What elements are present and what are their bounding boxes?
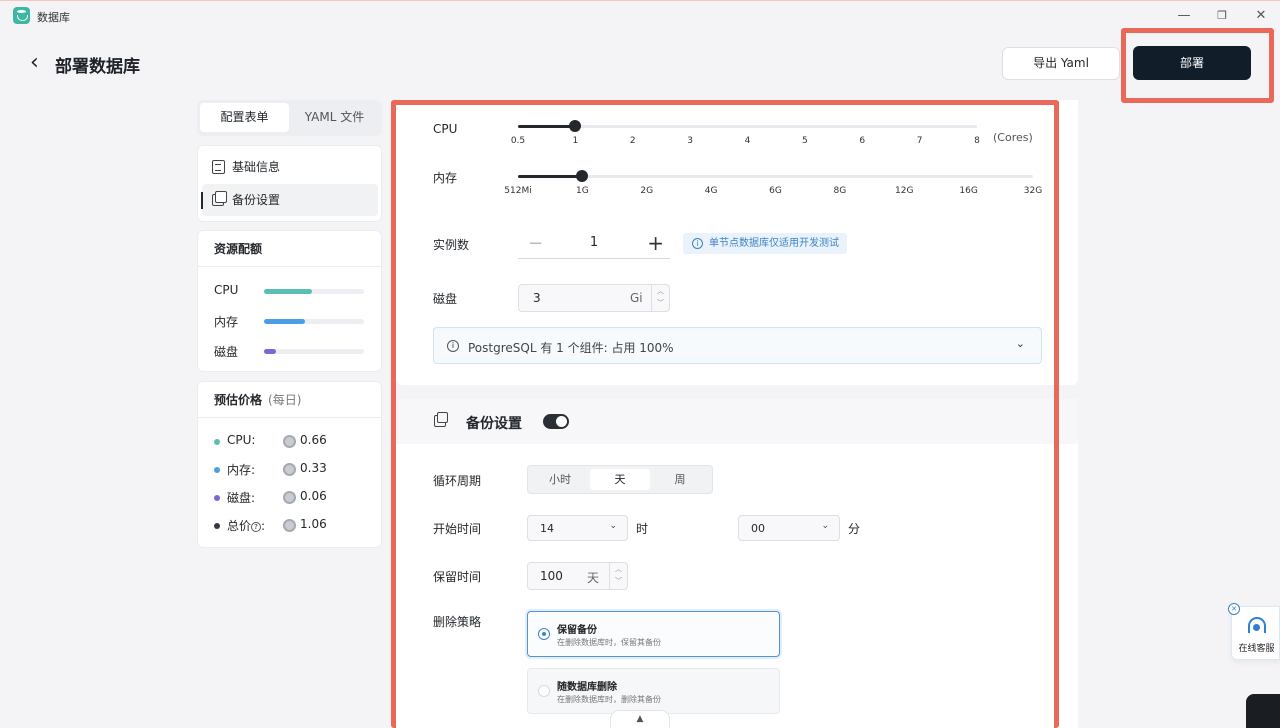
database-app-icon bbox=[13, 7, 30, 24]
price-row: 内存: 0.33 bbox=[214, 461, 364, 479]
price-label-text: 内存: bbox=[227, 463, 256, 477]
quota-row: 内存 bbox=[214, 313, 364, 331]
price-label: 内存: bbox=[227, 461, 255, 478]
back-arrow-icon[interactable]: ‹ bbox=[30, 52, 48, 75]
legend-dot bbox=[214, 467, 220, 473]
deploy-highlight-box bbox=[1121, 28, 1274, 103]
price-header: 预估价格 (每日) bbox=[198, 382, 381, 418]
quota-title: 资源配额 bbox=[198, 231, 381, 267]
help-icon[interactable]: ? bbox=[251, 522, 262, 532]
quota-label: 磁盘 bbox=[214, 345, 239, 359]
price-title: 预估价格 bbox=[214, 393, 263, 407]
price-label-suffix: : bbox=[261, 519, 266, 533]
section-nav: 基础信息 备份设置 bbox=[197, 145, 382, 222]
restore-icon[interactable]: ❐ bbox=[1214, 8, 1230, 24]
coin-icon bbox=[283, 435, 296, 448]
legend-dot bbox=[214, 495, 220, 501]
quota-bar-fill bbox=[264, 319, 305, 324]
copy-icon bbox=[212, 191, 227, 206]
export-yaml-button[interactable]: 导出 Yaml bbox=[1002, 47, 1120, 80]
price-value: 0.66 bbox=[300, 433, 327, 447]
estimated-price-card: 预估价格 (每日) CPU: 0.66 内存: 0.33 磁盘: 0.06 总价?: 1.06 bbox=[197, 381, 382, 548]
minimize-icon[interactable]: — bbox=[1176, 8, 1192, 24]
legend-dot bbox=[214, 523, 220, 529]
support-label: 在线客服 bbox=[1238, 644, 1275, 654]
tab-yaml-file[interactable]: YAML 文件 bbox=[290, 103, 379, 132]
price-period: (每日) bbox=[268, 393, 302, 407]
headset-icon bbox=[1248, 617, 1266, 633]
quota-bar bbox=[264, 289, 364, 294]
quota-bar bbox=[264, 349, 364, 354]
price-label-text: 磁盘: bbox=[227, 491, 256, 505]
nav-item-label: 基础信息 bbox=[232, 160, 281, 174]
floating-panel[interactable] bbox=[1246, 694, 1280, 728]
page-title: 部署数据库 bbox=[55, 57, 140, 77]
price-label-text: CPU: bbox=[227, 433, 256, 447]
quota-bar-fill bbox=[264, 349, 276, 354]
price-row: CPU: 0.66 bbox=[214, 433, 364, 451]
price-label: 总价?: bbox=[227, 517, 265, 534]
config-mode-tabs: 配置表单 YAML 文件 bbox=[197, 100, 382, 136]
title-bar: 数据库 — ❐ ✕ bbox=[0, 0, 1280, 30]
quota-label: 内存 bbox=[214, 315, 239, 329]
form-highlight-box bbox=[391, 100, 1059, 728]
tab-config-form[interactable]: 配置表单 bbox=[200, 103, 289, 132]
quota-row: 磁盘 bbox=[214, 343, 364, 361]
price-value: 0.06 bbox=[300, 489, 327, 503]
close-icon[interactable]: ✕ bbox=[1253, 8, 1269, 24]
price-row: 总价?: 1.06 bbox=[214, 517, 364, 535]
coin-icon bbox=[283, 463, 296, 476]
quota-bar-fill bbox=[264, 289, 312, 294]
online-support-widget[interactable]: ✕ 在线客服 bbox=[1228, 603, 1280, 660]
nav-item-basic-info[interactable]: 基础信息 bbox=[202, 151, 378, 183]
price-label: CPU: bbox=[227, 433, 255, 447]
close-icon[interactable]: ✕ bbox=[1228, 603, 1240, 615]
price-value: 1.06 bbox=[300, 517, 327, 531]
quota-bar bbox=[264, 319, 364, 324]
app-title: 数据库 bbox=[37, 11, 70, 24]
price-label: 磁盘: bbox=[227, 489, 255, 506]
legend-dot bbox=[214, 439, 220, 445]
coin-icon bbox=[283, 519, 296, 532]
quota-label: CPU bbox=[214, 283, 239, 297]
quota-row: CPU bbox=[214, 283, 364, 301]
coin-icon bbox=[283, 491, 296, 504]
price-label-text: 总价 bbox=[227, 519, 252, 533]
nav-item-backup-settings[interactable]: 备份设置 bbox=[201, 184, 378, 216]
price-value: 0.33 bbox=[300, 461, 327, 475]
nav-item-label: 备份设置 bbox=[232, 193, 281, 207]
price-row: 磁盘: 0.06 bbox=[214, 489, 364, 507]
document-icon bbox=[212, 160, 225, 174]
resource-quota-card: 资源配额 CPU 内存磁盘 bbox=[197, 230, 382, 372]
